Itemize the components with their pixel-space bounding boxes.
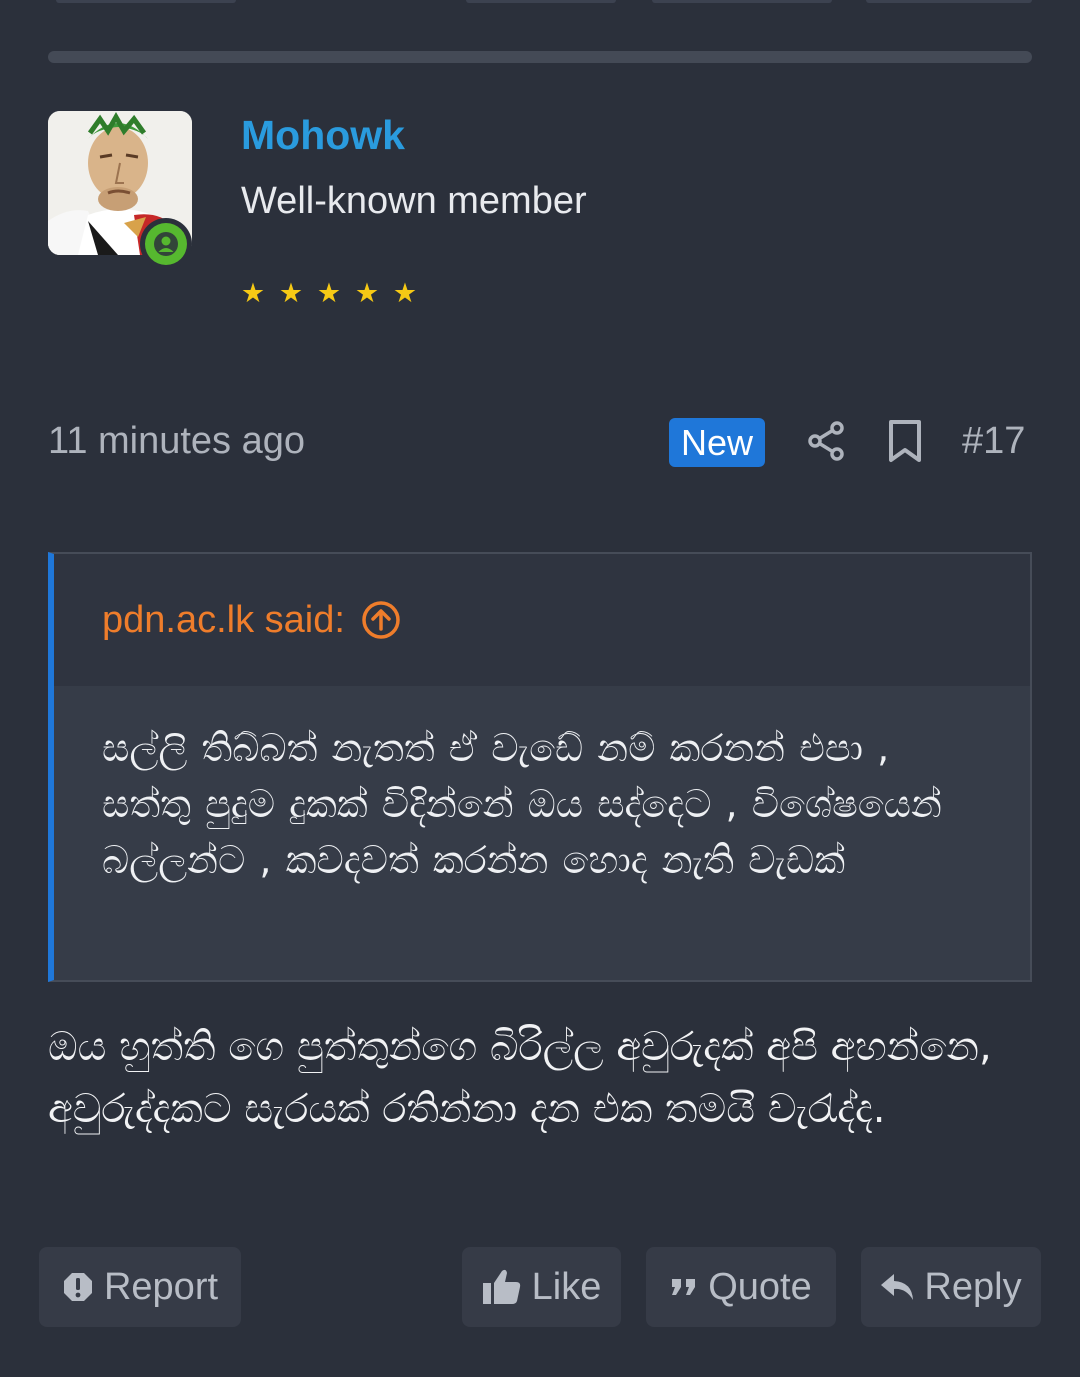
online-status — [140, 218, 192, 270]
post-message: ඔය හුත්ති ගෙ පුත්තුන්ගෙ බිරිල්ල අවුරුදක්… — [48, 1024, 992, 1132]
like-button[interactable]: Like — [462, 1247, 621, 1327]
previous-post-button-edges — [0, 0, 1080, 6]
quote-block: pdn.ac.lk said: සල්ලි තිබ්බත් නැතත් ඒ වැ… — [48, 552, 1032, 982]
like-label: Like — [531, 1265, 602, 1308]
quote-button[interactable]: Quote — [646, 1247, 836, 1327]
star-icon: ★ — [240, 278, 266, 309]
post-timestamp[interactable]: 11 minutes ago — [48, 420, 305, 463]
quote-text: සල්ලි තිබ්බත් නැතත් ඒ වැඩේ නම් කරනන් එපා… — [102, 726, 942, 882]
bookmark-icon — [889, 420, 921, 462]
bookmark-button[interactable] — [884, 418, 926, 464]
star-icon: ★ — [316, 278, 342, 309]
user-rating-stars: ★ ★ ★ ★ ★ — [240, 280, 418, 307]
thumbs-up-icon — [482, 1269, 520, 1304]
username-link[interactable]: Mohowk — [241, 112, 405, 159]
online-user-icon — [154, 232, 178, 256]
report-label: Report — [103, 1265, 219, 1308]
quote-label: Quote — [708, 1265, 812, 1308]
post-number-link[interactable]: #17 — [962, 420, 1025, 463]
new-badge: New — [669, 418, 765, 467]
user-title: Well-known member — [241, 180, 587, 222]
reply-label: Reply — [924, 1265, 1022, 1308]
reply-button[interactable]: Reply — [861, 1247, 1041, 1327]
star-icon: ★ — [354, 278, 380, 309]
quote-author-link[interactable]: pdn.ac.lk said: — [102, 599, 345, 642]
star-icon: ★ — [392, 278, 418, 309]
share-icon — [808, 421, 844, 461]
post-divider — [48, 51, 1032, 63]
share-button[interactable] — [806, 420, 848, 462]
quote-header: pdn.ac.lk said: — [54, 554, 1030, 686]
arrow-up-circle-icon — [362, 601, 400, 639]
report-button[interactable]: Report — [39, 1247, 241, 1327]
reply-arrow-icon — [881, 1274, 914, 1300]
star-icon: ★ — [278, 278, 304, 309]
quote-marks-icon — [672, 1279, 696, 1295]
alert-octagon-icon — [63, 1273, 92, 1301]
quote-jump-button[interactable] — [361, 600, 401, 640]
